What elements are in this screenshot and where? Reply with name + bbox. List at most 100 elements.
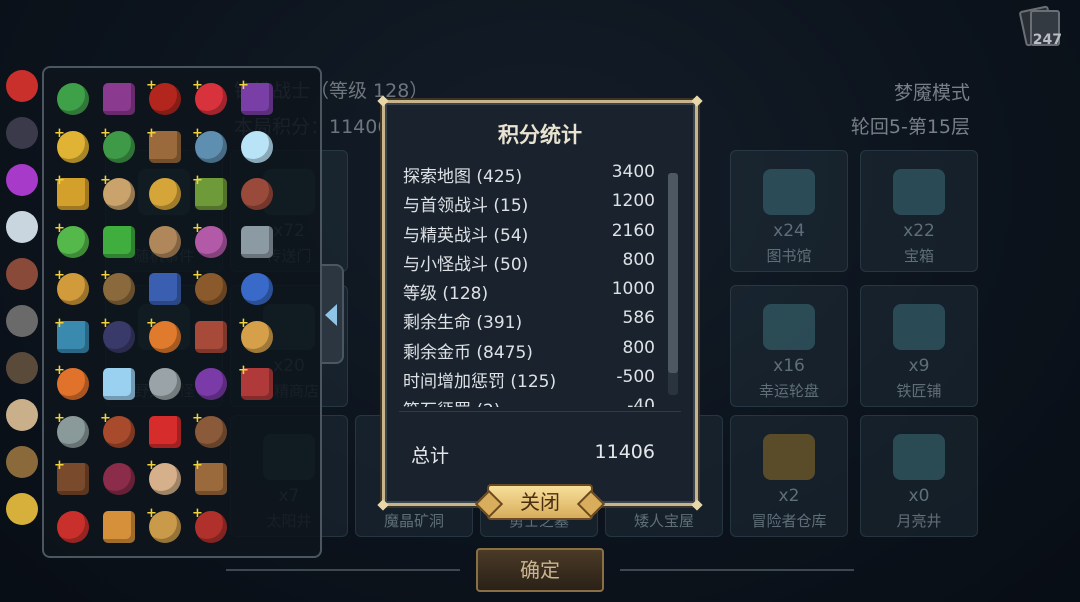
relic-slot[interactable] (234, 266, 280, 312)
apple-relic-icon (149, 415, 181, 448)
score-row-label: 剩余金币 (8475) (403, 342, 533, 363)
relic-slot[interactable]: + (188, 219, 234, 265)
pot-relic-icon[interactable] (6, 258, 38, 290)
meat-relic-icon (241, 178, 273, 210)
relic-slot[interactable]: + (142, 124, 188, 170)
score-row-value: 3400 (611, 162, 655, 182)
confirm-button[interactable]: 确定 (476, 548, 604, 592)
difficulty-mode: 梦魇模式 (893, 82, 970, 104)
relic-slot[interactable]: + (50, 171, 96, 217)
relic-slot[interactable]: + (234, 76, 280, 122)
score-row-value: -500 (616, 367, 655, 388)
purple-potion-relic-icon[interactable] (6, 164, 38, 196)
upgrade-plus-icon: + (54, 125, 65, 141)
relic-slot[interactable] (96, 219, 142, 265)
location-label: 幸运轮盘 (758, 382, 819, 400)
location-label: 月亮井 (896, 512, 942, 530)
relic-slot[interactable]: + (96, 171, 142, 217)
stone-relic-icon (149, 368, 181, 400)
score-list[interactable]: 探索地图 (425) 3400 与首领战斗 (15) 1200 与精英战斗 (54) 21… (401, 159, 657, 407)
upgrade-plus-icon: + (192, 125, 203, 141)
relic-slot[interactable]: + (50, 409, 96, 455)
relic-slot[interactable]: + (50, 456, 96, 502)
upgrade-plus-icon: + (146, 505, 157, 521)
score-list-scrollbar[interactable] (668, 173, 678, 395)
relic-slot[interactable]: + (234, 314, 280, 360)
relic-slot[interactable]: + (50, 219, 96, 265)
upgrade-plus-icon: + (54, 315, 65, 331)
relic-slot[interactable] (142, 409, 188, 455)
gem-pile-relic-icon[interactable] (6, 493, 38, 525)
relic-slot[interactable]: + (96, 314, 142, 360)
location-icon (893, 304, 945, 350)
relic-slot[interactable]: + (188, 409, 234, 455)
bowl-relic-icon (57, 83, 89, 115)
card-deck-counter[interactable]: 247 (1018, 5, 1062, 48)
relic-slot[interactable]: + (50, 124, 96, 170)
location-card: x16 幸运轮盘 (730, 285, 848, 407)
relic-slot[interactable] (142, 266, 188, 312)
relic-slot[interactable] (142, 219, 188, 265)
upgrade-plus-icon: + (238, 363, 249, 378)
score-row: 符石惩罚 (2) -40 (401, 393, 657, 407)
tongs-relic-icon[interactable] (6, 352, 38, 384)
score-row: 与精英战斗 (54) 2160 (401, 218, 657, 247)
relic-slot[interactable]: + (188, 171, 234, 217)
total-value: 11406 (594, 441, 655, 463)
score-row-label: 等级 (128) (403, 284, 489, 305)
location-icon (893, 434, 945, 480)
collapse-panel-tab[interactable] (322, 264, 344, 364)
score-row-value: 800 (622, 337, 655, 358)
relic-slot[interactable]: + (142, 504, 188, 550)
relic-slot[interactable]: + (188, 504, 234, 550)
score-row: 探索地图 (425) 3400 (401, 159, 657, 188)
relic-slot[interactable]: + (50, 266, 96, 312)
relic-slot[interactable]: + (50, 314, 96, 360)
relic-slot[interactable] (96, 504, 142, 550)
relic-slot[interactable] (96, 361, 142, 407)
empty-slot-relic-icon (241, 511, 273, 543)
relic-slot[interactable]: + (96, 266, 142, 312)
relic-slot[interactable]: + (188, 266, 234, 312)
sapphire-relic-icon (241, 273, 273, 305)
relic-slot[interactable]: + (188, 124, 234, 170)
score-row-label: 与首领战斗 (15) (403, 196, 529, 217)
chevron-left-icon (325, 304, 337, 326)
relic-slot[interactable]: + (96, 124, 142, 170)
relic-slot[interactable]: + (50, 361, 96, 407)
relic-slot[interactable] (234, 219, 280, 265)
score-row-value: 1200 (611, 191, 655, 212)
amulet-relic-icon[interactable] (6, 211, 38, 243)
relic-slot[interactable] (50, 76, 96, 122)
relic-slot[interactable] (234, 171, 280, 217)
score-row-value: 1000 (611, 279, 655, 300)
relic-slot[interactable] (142, 361, 188, 407)
relic-slot[interactable] (96, 76, 142, 122)
score-row-label: 时间增加惩罚 (125) (403, 372, 557, 393)
firecracker-relic-icon[interactable] (6, 70, 38, 102)
spiked-ring-relic-icon[interactable] (6, 305, 38, 337)
divider-line (226, 569, 460, 571)
relic-slot[interactable]: + (96, 409, 142, 455)
relic-slot[interactable]: + (142, 456, 188, 502)
close-button[interactable]: 关闭 (487, 484, 593, 520)
relic-slot[interactable] (50, 504, 96, 550)
location-icon (763, 169, 815, 215)
relic-slot[interactable]: + (234, 361, 280, 407)
skull-relic-icon[interactable] (6, 399, 38, 431)
upgrade-plus-icon: + (54, 220, 65, 236)
scrollbar-thumb[interactable] (668, 173, 678, 373)
relic-slot[interactable]: + (142, 76, 188, 122)
location-card: x2 冒险者仓库 (730, 415, 848, 537)
relic-slot[interactable] (142, 171, 188, 217)
top-hat-relic-icon[interactable] (6, 117, 38, 149)
score-row-label: 符石惩罚 (2) (403, 396, 500, 407)
relic-slot[interactable] (188, 361, 234, 407)
relic-slot[interactable] (188, 314, 234, 360)
relic-slot[interactable] (234, 124, 280, 170)
relic-slot[interactable]: + (188, 76, 234, 122)
relic-slot[interactable] (96, 456, 142, 502)
slingshot-relic-icon[interactable] (6, 446, 38, 478)
relic-slot[interactable]: + (142, 314, 188, 360)
relic-slot[interactable]: + (188, 456, 234, 502)
